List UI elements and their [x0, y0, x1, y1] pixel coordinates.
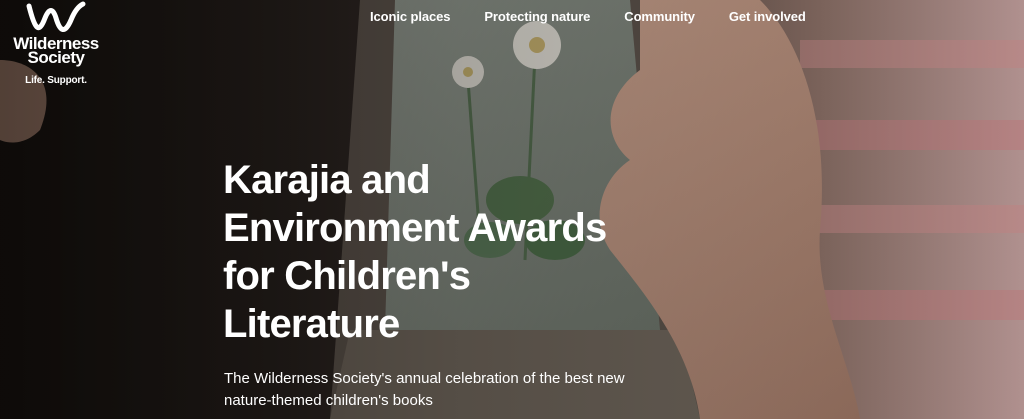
page-title-line1: Karajia and	[223, 158, 431, 202]
nav-item-iconic-places[interactable]: Iconic places	[370, 9, 450, 24]
main-nav: Iconic places Protecting nature Communit…	[370, 9, 806, 24]
wilderness-society-w-icon	[26, 1, 86, 32]
page-title: Karajia and Environment Awards for Child…	[223, 156, 743, 348]
nav-item-community[interactable]: Community	[624, 9, 695, 24]
page-title-line4: Literature	[223, 302, 400, 346]
site-logo[interactable]: Wilderness Society Life. Support.	[6, 0, 106, 86]
page-title-line2: Environment Awards	[223, 206, 607, 250]
nav-item-protecting-nature[interactable]: Protecting nature	[484, 9, 590, 24]
hero-banner: Wilderness Society Life. Support. Iconic…	[0, 0, 1024, 419]
page-subtitle-line1: The Wilderness Society's annual celebrat…	[224, 370, 625, 387]
page-subtitle: The Wilderness Society's annual celebrat…	[224, 368, 784, 412]
page-subtitle-line2: nature-themed children's books	[224, 392, 433, 409]
logo-tagline: Life. Support.	[25, 75, 87, 86]
nav-item-get-involved[interactable]: Get involved	[729, 9, 806, 24]
page-title-line3: for Children's	[223, 254, 471, 298]
